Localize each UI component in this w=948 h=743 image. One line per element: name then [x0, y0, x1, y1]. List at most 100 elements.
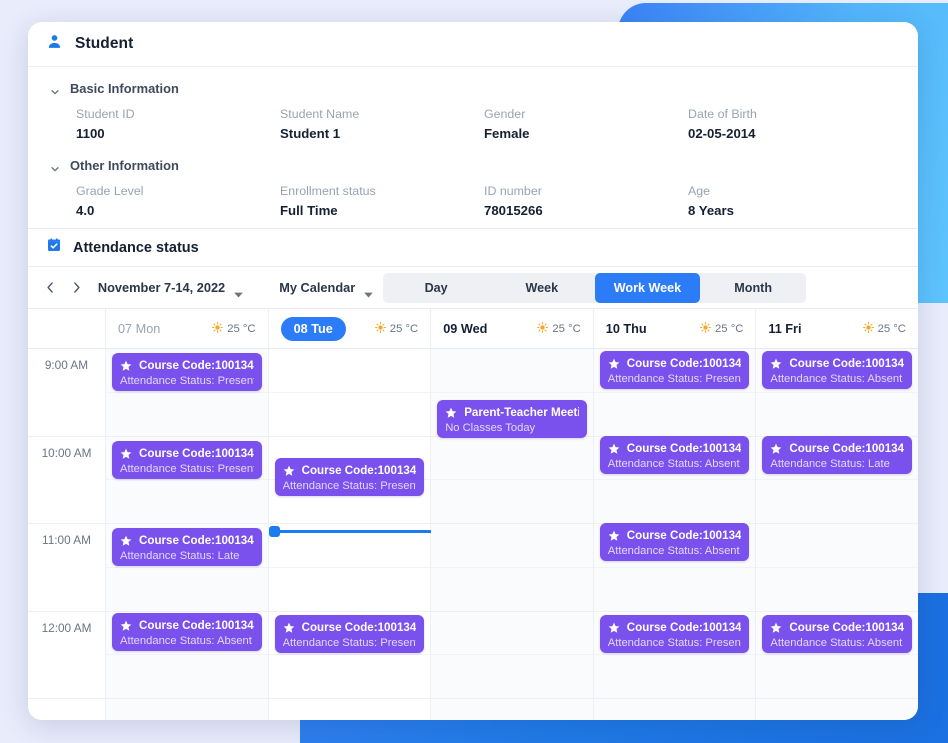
half-hour-cell[interactable] — [269, 393, 431, 437]
view-button-work-week[interactable]: Work Week — [594, 272, 701, 303]
half-hour-cell[interactable] — [756, 480, 918, 524]
view-button-month[interactable]: Month — [700, 273, 806, 303]
half-hour-cell[interactable] — [431, 349, 593, 393]
hour-cell[interactable] — [268, 349, 431, 437]
half-hour-cell[interactable] — [594, 568, 756, 612]
app-root: Student Basic Information Student ID 110… — [0, 0, 948, 743]
calendar-event[interactable]: Course Code:10013440 Attendance Status: A… — [599, 436, 750, 474]
day-header-tue[interactable]: 08 Tue 25 °C — [268, 309, 432, 348]
half-hour-cell[interactable] — [106, 655, 268, 699]
event-title: Course Code:10013436 — [608, 357, 741, 370]
day-column-wed[interactable]: Parent-Teacher Meeting No Classes Today — [431, 349, 594, 720]
calendar-event[interactable]: Course Code:100134474 Attendance Status: … — [599, 615, 750, 653]
half-hour-cell[interactable] — [594, 393, 756, 437]
half-hour-cell[interactable] — [756, 393, 918, 437]
hour-cell[interactable] — [431, 524, 593, 612]
calendar-selector-dropdown[interactable]: My Calendar — [271, 280, 383, 297]
field-value: Full Time — [280, 203, 338, 218]
event-title: Course Code:10013436 — [120, 359, 254, 372]
calendar-event[interactable]: Course Code:100134455 Attendance Status: … — [112, 528, 262, 566]
view-button-day[interactable]: Day — [383, 273, 489, 303]
field-enrollment-status: Enrollment status Full Time — [280, 184, 484, 218]
hour-cell[interactable] — [268, 524, 431, 612]
day-header-fri[interactable]: 11 Fri 25 °C — [756, 309, 918, 348]
time-slot-label: 11:00 AM — [28, 524, 105, 612]
half-hour-cell[interactable] — [431, 524, 593, 568]
event-title: Course Code:10013436 — [283, 621, 416, 634]
calendar-event[interactable]: Course Code:100134455 Attendance Status: … — [599, 523, 750, 561]
hour-cell[interactable] — [431, 437, 593, 524]
calendar-event[interactable]: Course Code:100134474 Attendance Status: … — [112, 613, 262, 651]
half-hour-cell[interactable] — [431, 655, 593, 699]
half-hour-cell[interactable] — [431, 612, 593, 656]
half-hour-cell[interactable] — [756, 655, 918, 699]
star-icon — [120, 360, 132, 372]
half-hour-cell[interactable] — [431, 568, 593, 612]
event-status: Attendance Status: Late — [120, 550, 240, 562]
event-title: Parent-Teacher Meeting — [445, 406, 579, 419]
day-column-fri[interactable]: Course Code:10013436 Attendance Status: A… — [756, 349, 918, 720]
star-icon — [770, 358, 782, 370]
half-hour-cell[interactable] — [431, 437, 593, 481]
field-student-name: Student Name Student 1 — [280, 107, 484, 141]
day-header-mon[interactable]: 07 Mon 25 °C — [106, 309, 269, 348]
day-column-tue[interactable]: Course Code:10013474 Attendance Status: P… — [268, 349, 432, 720]
field-value: Female — [484, 126, 530, 141]
half-hour-cell[interactable] — [594, 480, 756, 524]
calendar-event[interactable]: Parent-Teacher Meeting No Classes Today — [437, 400, 587, 438]
view-button-week[interactable]: Week — [489, 273, 595, 303]
calendar-event[interactable]: Course Code:10013440 Attendance Status: L… — [762, 436, 912, 474]
next-period-button[interactable] — [64, 275, 90, 301]
hour-cell[interactable] — [431, 612, 593, 699]
half-hour-cell[interactable] — [431, 480, 593, 524]
half-hour-cell[interactable] — [106, 393, 268, 437]
calendar-event[interactable]: Course Code:10013474 Attendance Status: P… — [274, 458, 425, 496]
half-hour-cell[interactable] — [269, 568, 431, 612]
sun-icon — [374, 320, 386, 338]
event-title: Course Code:100134474 — [608, 621, 741, 634]
calendar-event[interactable]: Course Code:10013436 Attendance Status: P… — [274, 615, 425, 653]
previous-period-button[interactable] — [38, 275, 64, 301]
half-hour-cell[interactable] — [269, 655, 431, 699]
section-header-basic-information[interactable]: Basic Information — [28, 81, 918, 96]
day-column-thu[interactable]: Course Code:10013436 Attendance Status: P… — [593, 349, 757, 720]
current-time-indicator — [268, 526, 432, 537]
date-range-dropdown[interactable]: November 7-14, 2022 — [90, 280, 253, 297]
event-title: Course Code:10013440 — [120, 447, 254, 460]
half-hour-cell[interactable] — [268, 349, 431, 393]
section-title: Other Information — [70, 158, 179, 173]
half-hour-cell[interactable] — [106, 568, 268, 612]
half-hour-cell[interactable] — [106, 480, 268, 524]
star-icon — [120, 448, 132, 460]
half-hour-cell[interactable] — [594, 655, 756, 699]
time-slot-label: 10:00 AM — [28, 437, 105, 524]
day-column-mon[interactable]: Course Code:10013436 Attendance Status: P… — [106, 349, 269, 720]
half-hour-cell[interactable] — [756, 568, 918, 612]
calendar-event[interactable]: Course Code:10013440 Attendance Status: P… — [112, 441, 262, 479]
star-icon — [608, 622, 620, 634]
hour-cell[interactable] — [756, 524, 918, 612]
student-panel-header: Student — [28, 22, 918, 67]
page-title: Student — [75, 35, 134, 52]
calendar-event[interactable]: Course Code:10013436 Attendance Status: P… — [112, 353, 262, 391]
section-header-other-information[interactable]: Other Information — [28, 158, 918, 173]
half-hour-cell[interactable] — [756, 524, 918, 568]
event-status: Attendance Status: Present — [282, 637, 417, 649]
star-icon — [283, 622, 295, 634]
field-gender: Gender Female — [484, 107, 688, 141]
calendar-event[interactable]: Course Code:10013436 Attendance Status: P… — [599, 351, 750, 389]
event-title: Course Code:100134455 — [608, 529, 741, 542]
person-icon — [46, 33, 63, 55]
event-title: Course Code:100134455 — [120, 534, 254, 547]
day-header-thu[interactable]: 10 Thu 25 °C — [593, 309, 757, 348]
star-icon — [608, 358, 620, 370]
weather-wed: 25 °C — [537, 320, 581, 338]
calendar-event[interactable]: Course Code:100134474 Attendance Status: … — [762, 615, 912, 653]
sun-icon — [862, 320, 874, 338]
other-information-fields: Grade Level 4.0 Enrollment status Full T… — [28, 184, 918, 218]
calendar-event[interactable]: Course Code:10013436 Attendance Status: A… — [762, 351, 912, 389]
field-value: 4.0 — [76, 203, 95, 218]
day-header-wed[interactable]: 09 Wed 25 °C — [431, 309, 594, 348]
field-label: Enrollment status — [280, 184, 376, 198]
